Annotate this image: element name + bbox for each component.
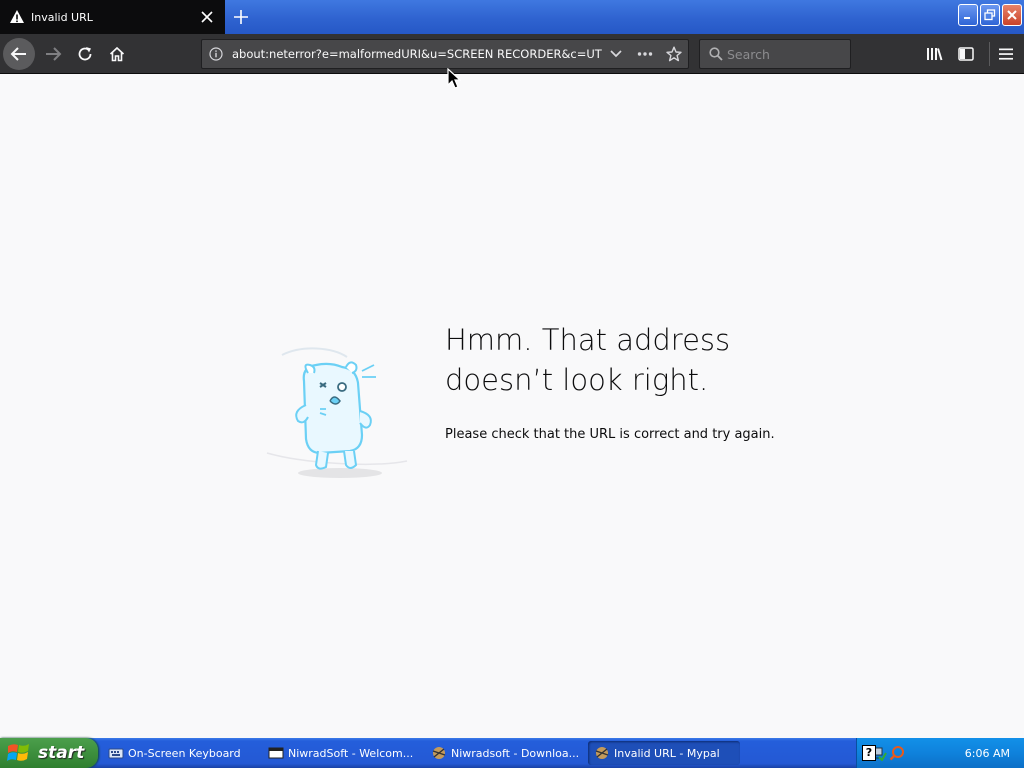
library-icon [927,48,943,61]
bookmark-star-icon[interactable] [659,40,688,68]
info-icon[interactable] [202,40,230,68]
url-actions [601,40,688,68]
tab-invalid-url[interactable]: Invalid URL [0,0,225,34]
new-tab-button[interactable] [229,5,253,29]
error-title-line-1: Hmm. That address [445,323,731,357]
error-description: Please check that the URL is correct and… [445,427,775,442]
search-icon [709,47,723,61]
task-on-screen-keyboard[interactable]: On-Screen Keyboard [102,741,258,765]
restore-button[interactable] [980,4,1000,26]
tab-close-icon[interactable] [197,7,217,27]
mypal-browser-icon [432,747,446,759]
task-invalid-url-mypal[interactable]: Invalid URL - Mypal [588,741,740,765]
menu-button[interactable] [990,38,1022,70]
error-title: Hmm. That address doesn’t look right. [445,320,825,400]
tab-title: Invalid URL [31,10,93,24]
error-page: Hmm. That address doesn’t look right. Pl… [0,75,1024,738]
plus-icon [234,10,248,24]
url-bar[interactable]: about:neterror?e=malformedURI&u=SCREEN R… [201,39,689,69]
sidebar-icon [958,47,974,61]
mypal-browser-icon [595,747,609,759]
window-close-button[interactable] [1002,4,1022,26]
window-icon [268,747,284,759]
start-label: start [38,743,85,763]
confused-hamster-illustration [266,347,408,478]
minimize-button[interactable] [958,4,978,26]
home-button[interactable] [101,38,133,70]
restore-icon [984,9,996,21]
task-label: Invalid URL - Mypal [614,746,720,760]
library-button[interactable] [918,38,950,70]
search-input[interactable] [727,46,837,62]
back-arrow-icon [10,47,26,61]
start-button[interactable]: start [0,738,98,768]
task-niwradsoft-download[interactable]: Niwradsoft - Downloa... [425,741,585,765]
forward-button[interactable] [37,38,69,70]
task-label: On-Screen Keyboard [128,746,241,760]
nav-toolbar: about:neterror?e=malformedURI&u=SCREEN R… [0,34,1024,74]
mouse-cursor-icon [447,68,461,89]
reload-button[interactable] [69,38,101,70]
keyboard-icon [108,748,124,759]
task-label: Niwradsoft - Downloa... [451,746,580,760]
windows-logo-icon [7,744,29,761]
page-actions-icon[interactable] [630,40,659,68]
sidebar-button[interactable] [950,38,982,70]
back-button[interactable] [3,38,35,70]
chevron-down-icon[interactable] [601,40,630,68]
close-icon [1007,10,1017,20]
task-niwradsoft-welcome[interactable]: NiwradSoft - Welcom... [262,741,422,765]
reload-icon [78,47,92,61]
url-text[interactable]: about:neterror?e=malformedURI&u=SCREEN R… [232,47,602,61]
task-label: NiwradSoft - Welcom... [288,746,414,760]
hamburger-menu-icon [999,48,1013,60]
forward-arrow-icon [46,47,62,61]
clock: 6:06 AM [964,746,1010,760]
error-title-line-2: doesn’t look right. [445,363,709,397]
home-icon [109,46,125,62]
tab-strip: Invalid URL [0,0,1024,34]
window-controls [958,4,1022,26]
security-icon[interactable] [889,745,905,761]
system-tray: 6:06 AM [856,738,1024,768]
search-bar[interactable] [699,39,851,69]
minimize-icon [964,17,970,19]
warning-icon [9,9,25,25]
help-icon[interactable]: ? [862,745,876,761]
